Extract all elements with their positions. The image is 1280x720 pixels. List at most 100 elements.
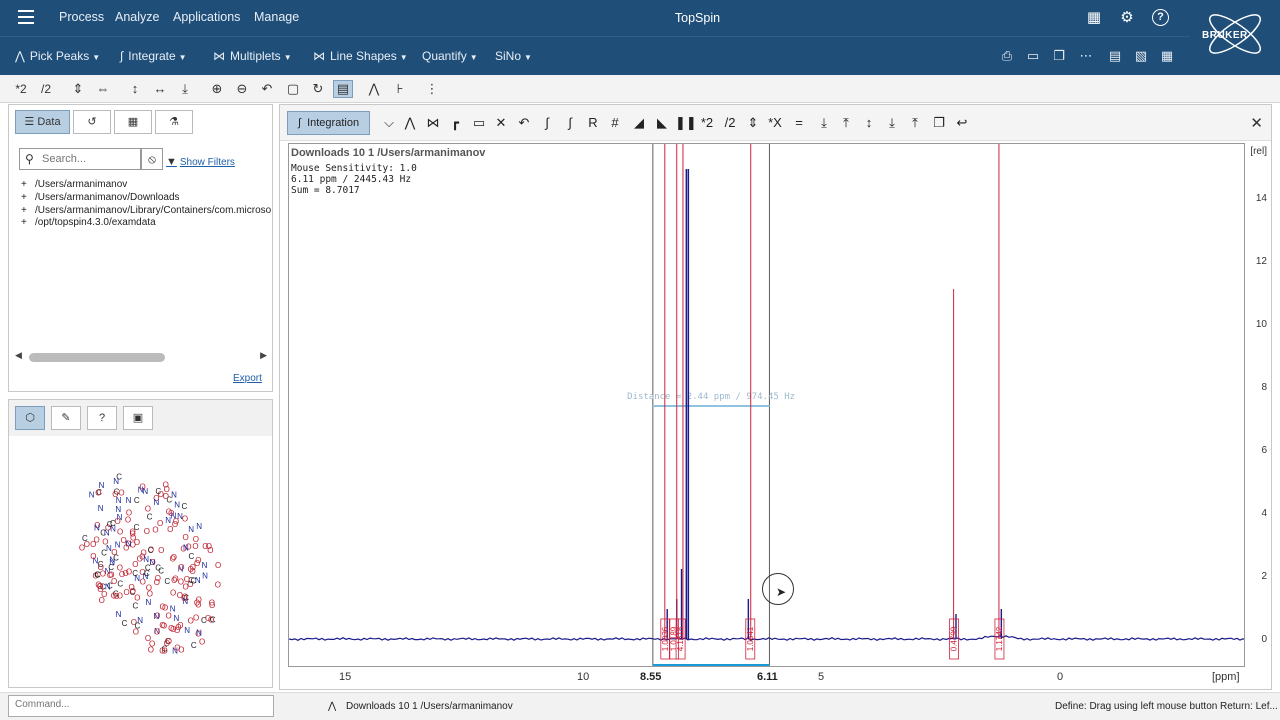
eraser-icon[interactable]: ▭ bbox=[470, 114, 488, 132]
search-input[interactable] bbox=[42, 151, 138, 167]
slope-up-icon[interactable]: ◢ bbox=[630, 114, 648, 132]
tab-data[interactable]: ☰ Data bbox=[15, 110, 70, 134]
line-shapes-button[interactable]: ⋈ Line Shapes ▼ bbox=[313, 49, 408, 63]
atom-glyph: O bbox=[154, 578, 160, 587]
bottom-align-icon[interactable]: ⤓ bbox=[815, 114, 833, 132]
sino-label: SiNo bbox=[495, 49, 522, 63]
undo-zoom-icon[interactable]: ↶ bbox=[258, 80, 276, 98]
integration-mode-button[interactable]: ∫ Integration bbox=[287, 111, 370, 135]
import-icon[interactable]: ⤓ bbox=[883, 114, 901, 132]
tab-history[interactable]: ↺ bbox=[73, 110, 111, 134]
sino-button[interactable]: SiNo ▼ bbox=[495, 49, 532, 63]
multiply-2-button[interactable]: *2 bbox=[12, 80, 30, 98]
number-button[interactable]: # bbox=[606, 114, 624, 132]
multiply-x-button[interactable]: *X bbox=[766, 114, 784, 132]
expand-icon[interactable]: + bbox=[21, 179, 35, 190]
show-filters-link[interactable]: ▼ Show Filters bbox=[166, 156, 235, 168]
normalize-icon[interactable]: ∫ bbox=[561, 114, 579, 132]
spectrum-view-icon[interactable]: ▤ bbox=[333, 80, 353, 98]
equal-scale-button[interactable]: = bbox=[790, 114, 808, 132]
pick-peaks-button[interactable]: ⋀ Pick Peaks ▼ bbox=[15, 49, 100, 63]
overflow-icon[interactable]: ⋮ bbox=[423, 80, 441, 98]
atom-glyph: O bbox=[113, 592, 119, 601]
top-align-icon[interactable]: ⤒ bbox=[837, 114, 855, 132]
pause-icon[interactable]: ❚❚ bbox=[675, 114, 697, 132]
structure-view-icon[interactable]: ⬡ bbox=[15, 406, 45, 430]
tree-item[interactable]: +/Users/armanimanov/Downloads bbox=[21, 192, 271, 203]
reference-button[interactable]: R bbox=[584, 114, 602, 132]
tab-data-label: Data bbox=[37, 116, 61, 128]
command-input[interactable] bbox=[15, 699, 265, 710]
return-icon[interactable]: ↩ bbox=[953, 114, 971, 132]
step-icon[interactable]: ┏ bbox=[446, 114, 464, 132]
layout-icon[interactable]: ▦ bbox=[1085, 9, 1103, 27]
define-auto-icon[interactable]: ⋀ bbox=[401, 114, 419, 132]
integrate-button[interactable]: ∫ Integrate ▼ bbox=[120, 49, 187, 63]
expand-icon[interactable]: + bbox=[21, 192, 35, 203]
tab-layout[interactable]: ▦ bbox=[114, 110, 152, 134]
fit-all-icon[interactable]: ▢ bbox=[284, 80, 302, 98]
zoom-out-icon[interactable]: ⊖ bbox=[233, 80, 251, 98]
query-icon[interactable]: ? bbox=[87, 406, 117, 430]
atom-glyph: O bbox=[193, 535, 199, 544]
y-tick-label: 0 bbox=[1261, 634, 1267, 645]
gear-icon[interactable]: ⚙ bbox=[1118, 9, 1136, 27]
tree-item[interactable]: +/Users/armanimanov bbox=[21, 179, 271, 190]
export-link[interactable]: Export bbox=[233, 373, 262, 384]
vertical-scale-icon[interactable]: ⇕ bbox=[69, 80, 87, 98]
main-toolbar: *2 /2 ⇕ ⇔ ↕ ↔ ⤓ ⊕ ⊖ ↶ ▢ ↻ ▤ ⋀ ⊦ ⋮ bbox=[0, 75, 1280, 103]
atom-glyph: C bbox=[201, 616, 207, 625]
horizontal-expand-icon[interactable]: ↔ bbox=[151, 80, 169, 98]
copy-icon[interactable]: ❐ bbox=[1051, 48, 1067, 64]
tree-item[interactable]: +/Users/armanimanov/Library/Containers/c… bbox=[21, 205, 271, 216]
divide-2-button[interactable]: /2 bbox=[721, 114, 739, 132]
close-icon[interactable]: ✕ bbox=[1250, 114, 1263, 132]
scroll-left-icon[interactable]: ◀ bbox=[15, 350, 22, 361]
undo-icon[interactable]: ↶ bbox=[515, 114, 533, 132]
layout-b-icon[interactable]: ▧ bbox=[1133, 48, 1149, 64]
tree-item[interactable]: +/opt/topspin4.3.0/examdata bbox=[21, 217, 271, 228]
divide-2-button[interactable]: /2 bbox=[37, 80, 55, 98]
expand-icon[interactable]: + bbox=[21, 217, 35, 228]
scale-icon[interactable]: ⇕ bbox=[744, 114, 762, 132]
grid-icon[interactable]: ⊦ bbox=[391, 80, 409, 98]
copy-regions-icon[interactable]: ❐ bbox=[930, 114, 948, 132]
print-icon[interactable]: ⎙ bbox=[999, 48, 1015, 64]
scrollbar-thumb[interactable] bbox=[29, 353, 165, 362]
slope-down-icon[interactable]: ◣ bbox=[653, 114, 671, 132]
search-field[interactable]: ⚲ bbox=[19, 148, 141, 170]
save-icon[interactable]: ▭ bbox=[1025, 48, 1041, 64]
atom-glyph: N bbox=[89, 491, 95, 500]
scroll-right-icon[interactable]: ▶ bbox=[260, 350, 267, 361]
calibrate-icon[interactable]: ∫ bbox=[538, 114, 556, 132]
tab-sample[interactable]: ⚗ bbox=[155, 110, 193, 134]
multiply-2-button[interactable]: *2 bbox=[698, 114, 716, 132]
export-icon[interactable]: ⤒ bbox=[906, 114, 924, 132]
vertical-expand-icon[interactable]: ↕ bbox=[126, 80, 144, 98]
atom-glyph: C bbox=[164, 577, 170, 586]
layout-a-icon[interactable]: ▤ bbox=[1107, 48, 1123, 64]
more-icon[interactable]: ⋯ bbox=[1078, 48, 1094, 64]
atom-glyph: C bbox=[210, 615, 216, 624]
horizontal-scale-icon[interactable]: ⇔ bbox=[94, 80, 112, 98]
atom-glyph: O bbox=[132, 560, 138, 569]
layout-c-icon[interactable]: ▦ bbox=[1159, 48, 1175, 64]
baseline-icon[interactable]: ⤓ bbox=[176, 80, 194, 98]
peak-view-icon[interactable]: ⋀ bbox=[365, 80, 383, 98]
assign-icon[interactable]: ✎ bbox=[51, 406, 81, 430]
clear-filter-icon[interactable]: ⦸ bbox=[141, 148, 163, 170]
horizontal-scrollbar[interactable]: ◀ ▶ bbox=[15, 350, 267, 364]
quantify-button[interactable]: Quantify ▼ bbox=[422, 49, 478, 63]
command-field[interactable] bbox=[8, 695, 274, 717]
integral-label: 0.4799 bbox=[950, 626, 959, 651]
zoom-in-icon[interactable]: ⊕ bbox=[208, 80, 226, 98]
delete-region-icon[interactable]: ✕ bbox=[492, 114, 510, 132]
help-icon[interactable]: ? bbox=[1152, 9, 1169, 26]
multiplets-button[interactable]: ⋈ Multiplets ▼ bbox=[213, 49, 292, 63]
refresh-icon[interactable]: ↻ bbox=[309, 80, 327, 98]
expand-icon[interactable]: + bbox=[21, 205, 35, 216]
define-region-icon[interactable]: ⌵ bbox=[380, 114, 398, 132]
vertical-align-icon[interactable]: ↕ bbox=[860, 114, 878, 132]
integrate-peak-icon[interactable]: ⋈ bbox=[424, 114, 442, 132]
screen-icon[interactable]: ▣ bbox=[123, 406, 153, 430]
